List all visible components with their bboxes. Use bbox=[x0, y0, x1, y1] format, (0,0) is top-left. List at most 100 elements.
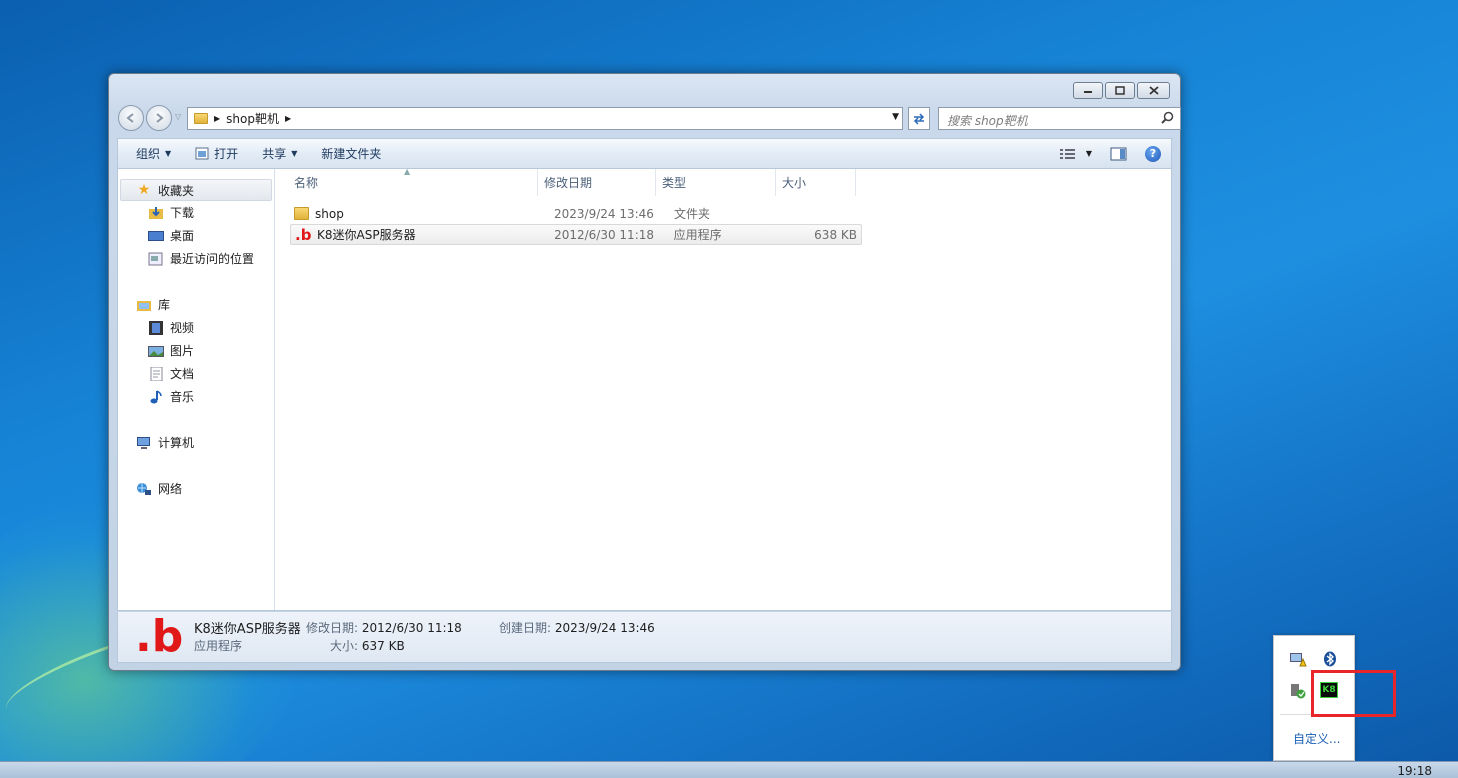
details-value: 2012/6/30 11:18 bbox=[361, 621, 462, 635]
nav-computer[interactable]: 计算机 bbox=[118, 431, 274, 454]
k8-app-icon: .b bbox=[295, 225, 312, 244]
customize-link[interactable]: 自定义... bbox=[1293, 730, 1340, 747]
view-options-button[interactable]: ▼ bbox=[1059, 148, 1092, 160]
nav-downloads[interactable]: 下载 bbox=[118, 201, 274, 224]
refresh-button[interactable] bbox=[908, 107, 930, 130]
help-icon[interactable]: ? bbox=[1145, 145, 1161, 162]
caption-buttons bbox=[1073, 82, 1170, 99]
preview-pane-icon[interactable] bbox=[1110, 147, 1127, 161]
star-icon: ★ bbox=[137, 182, 151, 198]
forward-arrow-icon bbox=[156, 113, 164, 123]
network-warning-icon[interactable] bbox=[1288, 650, 1308, 668]
details-label: 修改日期: bbox=[306, 621, 359, 635]
details-value: 2023/9/24 13:46 bbox=[554, 621, 655, 635]
file-name: K8迷你ASP服务器 bbox=[317, 228, 416, 242]
back-arrow-icon bbox=[126, 113, 134, 123]
nav-label: 视频 bbox=[170, 321, 195, 335]
forward-button[interactable] bbox=[146, 105, 172, 131]
view-list-icon bbox=[1059, 148, 1075, 159]
nav-favorites[interactable]: ★ 收藏夹 bbox=[120, 179, 272, 201]
folder-icon bbox=[294, 207, 309, 220]
nav-videos[interactable]: 视频 bbox=[118, 316, 274, 339]
details-file-name: K8迷你ASP服务器 bbox=[194, 622, 301, 637]
column-header-row: 名称 ▲ 修改日期 类型 大小 bbox=[276, 167, 856, 196]
nav-pictures[interactable]: 图片 bbox=[118, 339, 274, 362]
nav-label: 桌面 bbox=[170, 229, 195, 243]
sort-ascending-icon: ▲ bbox=[404, 167, 411, 176]
file-type: 文件夹 bbox=[674, 207, 711, 221]
breadcrumb-item[interactable]: shop靶机 bbox=[226, 110, 279, 127]
search-input[interactable]: 搜索 shop靶机 bbox=[938, 107, 1181, 130]
navigation-pane: ★ 收藏夹 下载 桌面 最近访问的位置 库 视频 图片 文档 音乐 计算机 网络 bbox=[118, 169, 275, 610]
maximize-button[interactable] bbox=[1105, 82, 1135, 99]
nav-label: 文档 bbox=[170, 367, 195, 381]
share-button[interactable]: 共享 ▼ bbox=[250, 142, 309, 165]
new-folder-button[interactable]: 新建文件夹 bbox=[309, 142, 393, 165]
file-type: 应用程序 bbox=[673, 228, 722, 242]
usb-safe-remove-icon[interactable] bbox=[1288, 682, 1308, 700]
column-header-label: 修改日期 bbox=[544, 176, 593, 190]
recent-places-icon bbox=[148, 252, 163, 265]
breadcrumb-chevron-icon[interactable]: ▶ bbox=[285, 114, 291, 123]
column-header-label: 大小 bbox=[782, 176, 807, 190]
nav-label: 下载 bbox=[170, 206, 195, 220]
nav-documents[interactable]: 文档 bbox=[118, 362, 274, 385]
column-header-type[interactable]: 类型 bbox=[656, 169, 776, 196]
organize-button[interactable]: 组织 ▼ bbox=[124, 142, 183, 165]
file-row-shop[interactable]: shop 2023/9/24 13:46 文件夹 bbox=[290, 203, 862, 224]
caret-down-icon: ▼ bbox=[1085, 149, 1092, 158]
column-header-label: 名称 bbox=[294, 176, 319, 190]
nav-label: 计算机 bbox=[158, 436, 195, 450]
column-header-name[interactable]: 名称 ▲ bbox=[276, 167, 538, 196]
computer-icon bbox=[137, 436, 150, 449]
nav-label: 库 bbox=[158, 298, 171, 312]
close-button[interactable] bbox=[1137, 82, 1170, 99]
details-label: 创建日期: bbox=[499, 621, 552, 635]
address-bar[interactable]: ▶ shop靶机 ▶ ▼ bbox=[187, 107, 903, 130]
refresh-icon bbox=[913, 112, 925, 125]
file-row-k8[interactable]: .b K8迷你ASP服务器 2012/6/30 11:18 应用程序 638 KB bbox=[290, 224, 862, 245]
k8-app-large-icon: .b bbox=[135, 611, 184, 662]
address-dropdown-icon[interactable]: ▼ bbox=[892, 112, 899, 122]
details-label: 大小: bbox=[330, 639, 359, 653]
nav-libraries[interactable]: 库 bbox=[118, 293, 274, 316]
bluetooth-icon[interactable] bbox=[1320, 650, 1340, 668]
nav-label: 收藏夹 bbox=[158, 183, 195, 198]
open-button[interactable]: 打开 bbox=[183, 142, 250, 165]
nav-label: 网络 bbox=[158, 482, 183, 496]
details-pane: .b K8迷你ASP服务器 应用程序 修改日期: 2012/6/30 11:18… bbox=[117, 612, 1172, 663]
nav-label: 图片 bbox=[170, 344, 195, 358]
details-created: 创建日期: 2023/9/24 13:46 bbox=[499, 619, 655, 636]
music-icon bbox=[150, 389, 162, 403]
nav-desktop[interactable]: 桌面 bbox=[118, 224, 274, 247]
recent-pages-chevron-icon[interactable]: ▽ bbox=[175, 112, 181, 121]
libraries-icon bbox=[137, 300, 151, 311]
minimize-button[interactable] bbox=[1073, 82, 1103, 99]
caret-down-icon: ▼ bbox=[165, 149, 172, 158]
search-icon[interactable] bbox=[1161, 111, 1174, 127]
details-file-type: 应用程序 bbox=[194, 639, 243, 653]
organize-label: 组织 bbox=[136, 147, 161, 161]
videos-icon bbox=[149, 320, 163, 335]
column-header-modified[interactable]: 修改日期 bbox=[538, 169, 656, 196]
taskbar-clock[interactable]: 19:18 bbox=[1397, 764, 1432, 778]
nav-network[interactable]: 网络 bbox=[118, 477, 274, 500]
column-header-size[interactable]: 大小 bbox=[776, 169, 856, 196]
downloads-icon bbox=[149, 206, 163, 219]
new-folder-label: 新建文件夹 bbox=[321, 147, 382, 161]
file-list: 名称 ▲ 修改日期 类型 大小 shop 2023/9/24 13:46 文件夹 … bbox=[276, 167, 1171, 610]
nav-recent-places[interactable]: 最近访问的位置 bbox=[118, 247, 274, 270]
nav-label: 音乐 bbox=[170, 390, 195, 404]
details-value: 637 KB bbox=[361, 639, 405, 653]
breadcrumb-chevron-icon[interactable]: ▶ bbox=[214, 114, 220, 123]
pictures-icon bbox=[148, 345, 164, 357]
back-button[interactable] bbox=[118, 105, 144, 131]
command-bar: 组织 ▼ 打开 共享 ▼ 新建文件夹 ▼ ? bbox=[117, 138, 1172, 168]
annotation-highlight-box bbox=[1311, 670, 1396, 717]
nav-label: 最近访问的位置 bbox=[170, 252, 255, 266]
nav-music[interactable]: 音乐 bbox=[118, 385, 274, 408]
network-icon bbox=[137, 482, 151, 495]
file-modified: 2023/9/24 13:46 bbox=[554, 206, 654, 221]
search-placeholder: 搜索 shop靶机 bbox=[947, 114, 1028, 128]
file-size: 638 KB bbox=[814, 227, 857, 242]
